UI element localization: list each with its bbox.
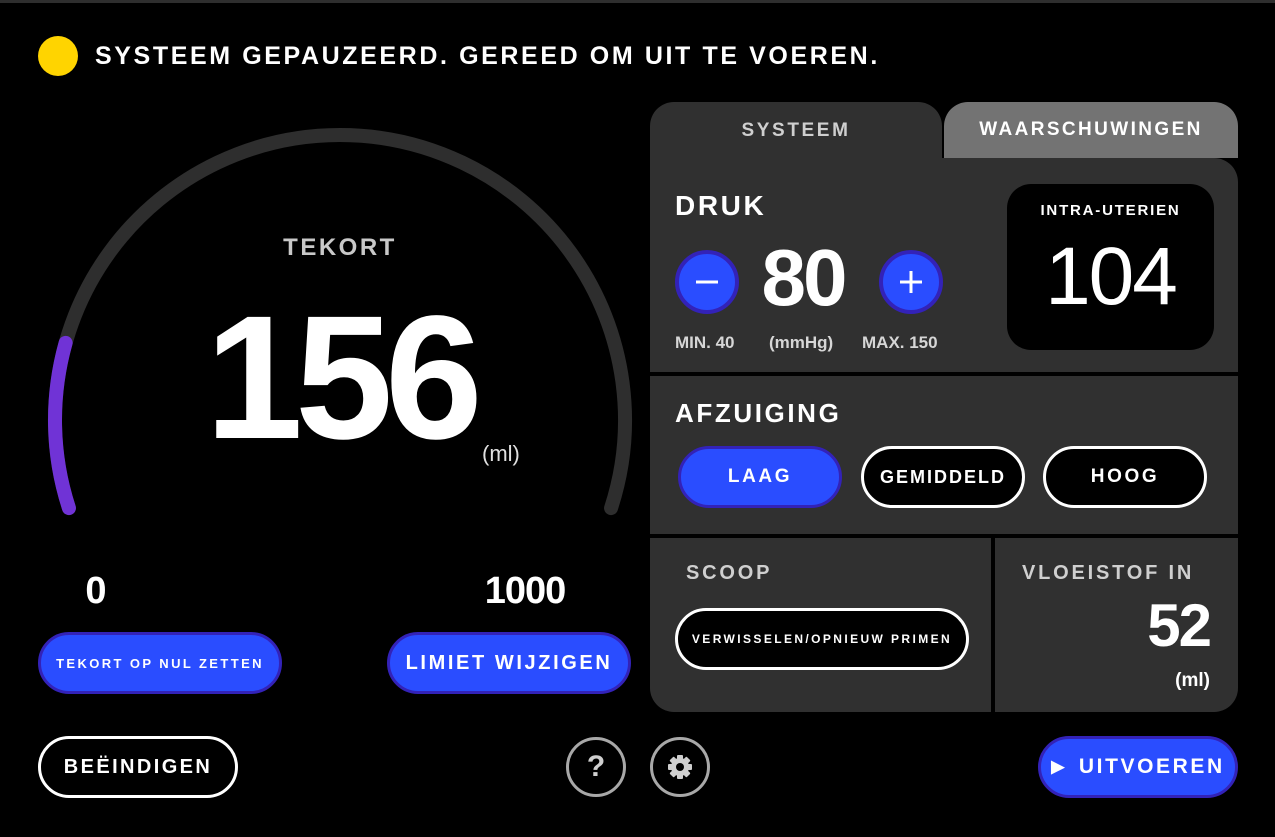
help-icon: ? <box>586 750 606 783</box>
run-button-label: UITVOEREN <box>1078 755 1225 778</box>
fluid-in-value: 52 <box>1147 592 1212 659</box>
scope-title: SCOOP <box>686 562 773 584</box>
fluid-in-title: VLOEISTOF IN <box>1022 562 1195 584</box>
fluid-in-section: VLOEISTOF IN 52 (ml) <box>995 538 1238 712</box>
plus-icon <box>900 271 922 293</box>
settings-button[interactable] <box>650 737 710 797</box>
pressure-section: DRUK 80 MIN. 40 (mmHg) MAX. 150 INTRA-UT… <box>650 158 1238 372</box>
reset-deficit-button[interactable]: TEKORT OP NUL ZETTEN <box>38 632 282 694</box>
run-button[interactable]: ▶ UITVOEREN <box>1038 736 1238 798</box>
intrauterine-pressure-display: INTRA-UTERIEN 104 <box>1007 184 1214 350</box>
help-button[interactable]: ? <box>566 737 626 797</box>
scope-section: SCOOP VERWISSELEN/OPNIEUW PRIMEN <box>650 538 991 712</box>
suction-high-button[interactable]: HOOG <box>1043 446 1207 508</box>
suction-section: AFZUIGING LAAG GEMIDDELD HOOG <box>650 376 1238 534</box>
pressure-max-label: MAX. 150 <box>862 333 938 352</box>
pressure-title: DRUK <box>675 190 767 221</box>
play-icon: ▶ <box>1051 757 1067 776</box>
minus-icon <box>696 280 718 284</box>
suction-title: AFZUIGING <box>675 398 842 428</box>
pressure-min-label: MIN. 40 <box>675 333 735 352</box>
deficit-value: 156 <box>205 280 483 476</box>
tab-warnings[interactable]: WAARSCHUWINGEN <box>944 102 1238 158</box>
end-button[interactable]: BEËINDIGEN <box>38 736 238 798</box>
deficit-unit: (ml) <box>482 441 520 466</box>
increase-pressure-button[interactable] <box>879 250 943 314</box>
intrauterine-label: INTRA-UTERIEN <box>1040 202 1181 219</box>
deficit-label: TEKORT <box>283 234 397 261</box>
gauge-min-label: 0 <box>85 570 107 612</box>
gear-icon <box>668 755 692 779</box>
gauge-max-label: 1000 <box>484 570 567 612</box>
pressure-value: 80 <box>761 233 848 322</box>
suction-medium-button[interactable]: GEMIDDELD <box>861 446 1025 508</box>
suction-low-button[interactable]: LAAG <box>678 446 842 508</box>
gauge-fill <box>48 335 76 516</box>
intrauterine-value: 104 <box>1045 231 1178 322</box>
control-panel: WAARSCHUWINGEN SYSTEEM DRUK 80 MIN. 40 (… <box>650 102 1238 712</box>
decrease-pressure-button[interactable] <box>675 250 739 314</box>
swap-reprime-button[interactable]: VERWISSELEN/OPNIEUW PRIMEN <box>675 608 969 670</box>
pressure-unit-label: (mmHg) <box>769 333 834 352</box>
change-limit-button[interactable]: LIMIET WIJZIGEN <box>387 632 631 694</box>
fluid-in-unit: (ml) <box>1175 670 1210 691</box>
